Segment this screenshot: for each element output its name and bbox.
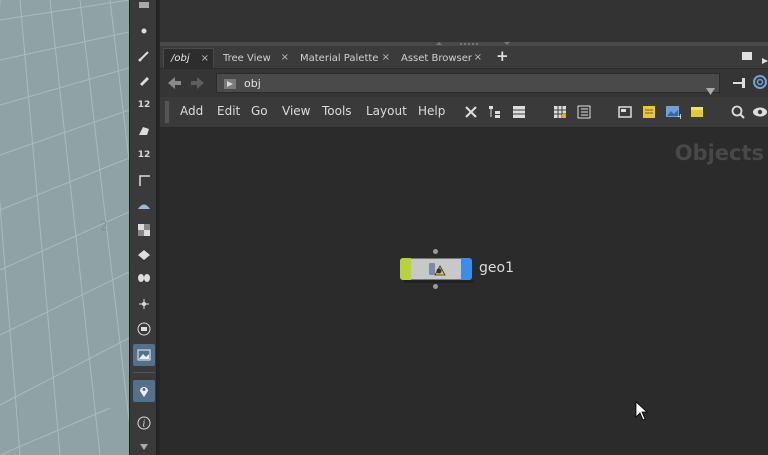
network-box-icon[interactable] <box>617 104 633 120</box>
info-icon[interactable]: i <box>133 412 155 434</box>
tab-label: Material Palette <box>300 52 379 64</box>
close-icon[interactable]: × <box>382 52 390 63</box>
shelf-toolstrip: 12 12 i <box>129 0 157 455</box>
details-view-icon[interactable] <box>576 104 592 120</box>
node-shadow <box>404 280 474 283</box>
menu-tools[interactable]: Tools <box>322 104 352 118</box>
sticky-note-icon[interactable] <box>641 104 657 120</box>
toolbar-handle[interactable] <box>165 101 169 123</box>
handle-icon[interactable] <box>133 0 155 12</box>
pin-icon[interactable] <box>732 75 748 91</box>
drape-icon[interactable] <box>133 194 155 216</box>
pane-menu-icon[interactable] <box>762 51 768 64</box>
eye-icon[interactable] <box>752 104 768 120</box>
network-path-field[interactable]: obj <box>216 73 720 95</box>
node-render-flag[interactable] <box>461 258 472 280</box>
number-12-icon[interactable]: 12 <box>133 94 155 116</box>
svg-text:+: + <box>677 112 681 120</box>
number-12-paint-icon[interactable]: 12 <box>133 144 155 166</box>
network-type-icon <box>223 76 237 90</box>
corner-icon[interactable] <box>133 169 155 191</box>
image-icon[interactable] <box>133 344 155 366</box>
add-tab-button[interactable]: + <box>496 47 509 65</box>
pen-icon[interactable] <box>133 69 155 91</box>
menu-help[interactable]: Help <box>418 104 445 118</box>
tab-obj[interactable]: /obj × <box>163 48 214 68</box>
color-palette-icon[interactable] <box>689 104 705 120</box>
paint-icon[interactable] <box>133 119 155 141</box>
tab-tree-view[interactable]: Tree View × <box>216 48 293 68</box>
location-pin-icon[interactable] <box>133 380 155 402</box>
butterfly-icon[interactable] <box>133 268 155 290</box>
tab-label: Tree View <box>223 52 271 64</box>
viewport-grid: 2 <box>0 0 129 455</box>
toolstrip-divider <box>133 372 155 373</box>
close-icon[interactable]: × <box>201 53 209 64</box>
node-output-port[interactable] <box>433 284 438 289</box>
wrench-tools-icon[interactable] <box>463 104 479 120</box>
upper-pane <box>157 0 768 42</box>
close-icon[interactable]: × <box>474 52 482 63</box>
scroll-down-icon[interactable] <box>133 440 155 454</box>
menu-view[interactable]: View <box>282 104 310 118</box>
link-ring-icon[interactable] <box>752 74 768 90</box>
brush-icon[interactable] <box>133 45 155 67</box>
menu-go[interactable]: Go <box>251 104 268 118</box>
node-name-label: geo1 <box>479 260 514 276</box>
tab-material-palette[interactable]: Material Palette × <box>293 48 394 68</box>
scatter-icon[interactable] <box>133 293 155 315</box>
menu-edit[interactable]: Edit <box>217 104 240 118</box>
network-context-label: Objects <box>674 141 764 165</box>
grid-view-icon[interactable] <box>552 104 568 120</box>
svg-text:i: i <box>143 420 146 430</box>
maximize-pane-icon[interactable] <box>742 52 752 60</box>
tab-label: Asset Browser <box>401 52 473 64</box>
network-path-text: obj <box>244 77 261 90</box>
forward-arrow-icon[interactable] <box>190 75 206 91</box>
list-view-icon[interactable] <box>511 104 527 120</box>
node-display-flag[interactable] <box>400 258 411 280</box>
path-bar: obj <box>160 69 768 97</box>
node-input-port[interactable] <box>433 249 438 254</box>
tool-number-label: 12 <box>137 100 151 110</box>
close-icon[interactable]: × <box>281 52 289 63</box>
point-icon[interactable] <box>133 20 155 42</box>
back-arrow-icon[interactable] <box>166 75 182 91</box>
checker-icon[interactable] <box>133 219 155 241</box>
node-geo1[interactable] <box>400 258 474 283</box>
circle-stop-icon[interactable] <box>133 318 155 340</box>
network-editor[interactable]: Objects geo1 <box>160 128 768 455</box>
geometry-icon <box>427 262 447 278</box>
mouse-cursor-icon <box>635 401 649 425</box>
search-icon[interactable] <box>730 104 746 120</box>
tree-layout-icon[interactable] <box>487 104 503 120</box>
svg-text:2: 2 <box>100 219 108 233</box>
menu-add[interactable]: Add <box>180 104 203 118</box>
menu-layout[interactable]: Layout <box>366 104 407 118</box>
tool-number-label-2: 12 <box>137 150 151 160</box>
viewport-3d[interactable]: 2 <box>0 0 129 455</box>
layers-icon[interactable] <box>133 244 155 266</box>
tab-asset-browser[interactable]: Asset Browser × <box>394 48 486 68</box>
network-menu-bar: Add Edit Go View Tools Layout Help + <box>160 97 768 128</box>
pane-tab-bar: /obj × Tree View × Material Palette × As… <box>160 46 768 69</box>
background-image-icon[interactable]: + <box>665 104 681 120</box>
tab-label: /obj <box>171 53 190 64</box>
